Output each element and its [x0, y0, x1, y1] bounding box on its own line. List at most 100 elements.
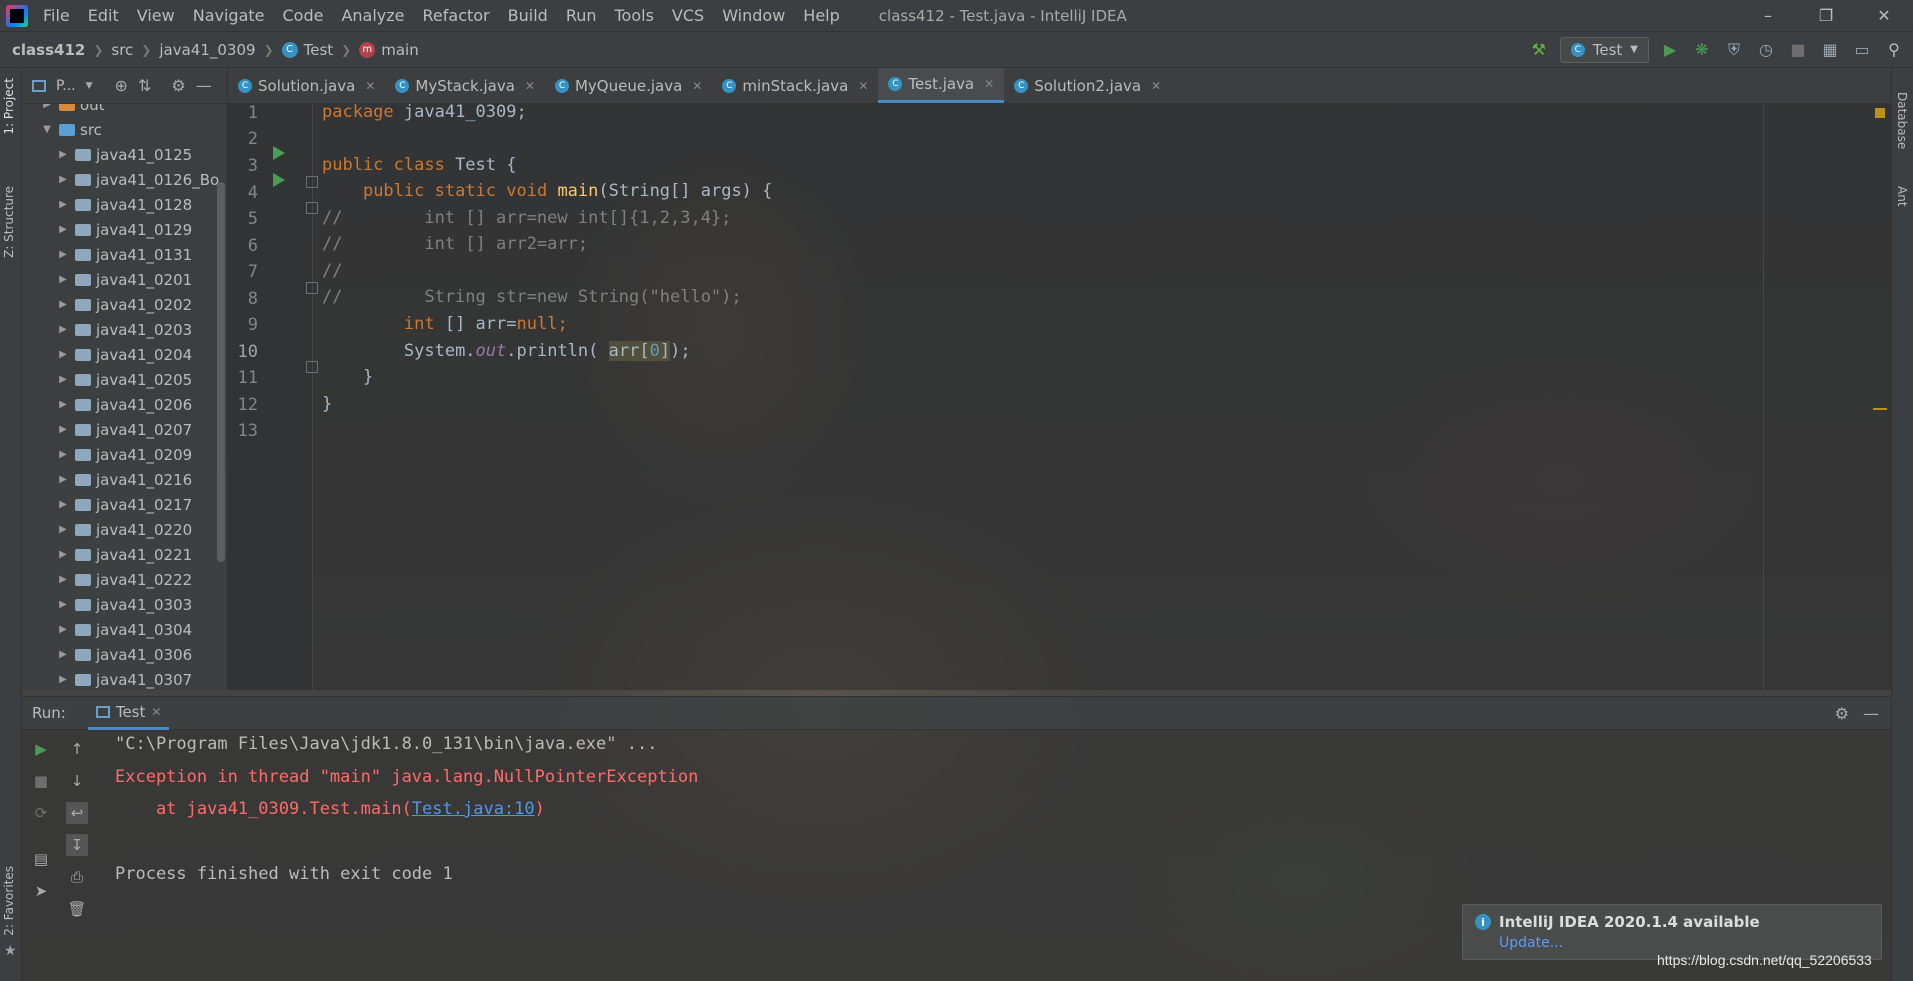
pin-icon[interactable]: ➤: [30, 880, 52, 902]
menu-window[interactable]: Window: [713, 0, 794, 32]
stop-icon[interactable]: ■: [30, 770, 52, 792]
chevron-right-icon[interactable]: ▶: [56, 524, 70, 535]
tree-item-package[interactable]: ▶ java41_0203: [22, 317, 227, 342]
fold-icon[interactable]: [306, 202, 318, 214]
close-tab-icon[interactable]: ✕: [984, 77, 994, 91]
inspection-status-icon[interactable]: [1875, 108, 1885, 118]
chevron-right-icon[interactable]: ▶: [56, 424, 70, 435]
chevron-right-icon[interactable]: ▶: [56, 449, 70, 460]
trash-icon[interactable]: 🗑: [66, 898, 88, 920]
profile-icon[interactable]: ◷: [1755, 39, 1777, 61]
breadcrumb-method[interactable]: m main: [359, 41, 419, 59]
chevron-right-icon[interactable]: ▶: [56, 324, 70, 335]
search-icon[interactable]: ⚲: [1883, 39, 1905, 61]
code-editor[interactable]: 1 2 3 4 5 6 7 8 9 10 11 12 13 package ja…: [228, 102, 1891, 690]
build-hammer-icon[interactable]: ⚒: [1528, 39, 1550, 61]
chevron-right-icon[interactable]: ▶: [56, 299, 70, 310]
menu-help[interactable]: Help: [794, 0, 848, 32]
menu-tools[interactable]: Tools: [606, 0, 663, 32]
menu-build[interactable]: Build: [499, 0, 557, 32]
tab-test-java[interactable]: C Test.java ✕: [878, 68, 1005, 103]
tab-myqueue-java[interactable]: C MyQueue.java ✕: [545, 68, 712, 103]
chevron-right-icon[interactable]: ▶: [56, 674, 70, 685]
layout-icon[interactable]: ▤: [30, 848, 52, 870]
breadcrumb-src[interactable]: src: [111, 41, 133, 59]
tree-item-package[interactable]: ▶ java41_0207: [22, 417, 227, 442]
restore-icon[interactable]: ❐: [1797, 0, 1855, 32]
run-config-select[interactable]: C Test ▼: [1559, 36, 1649, 63]
close-icon[interactable]: ✕: [1855, 0, 1913, 32]
tab-structure[interactable]: Z: Structure: [2, 186, 16, 258]
chevron-right-icon[interactable]: ▶: [56, 249, 70, 260]
run-tab-test[interactable]: Test ✕: [87, 696, 170, 730]
tree-item-package[interactable]: ▶ java41_0222: [22, 567, 227, 592]
tree-item-package[interactable]: ▶ java41_0128: [22, 192, 227, 217]
close-tab-icon[interactable]: ✕: [525, 79, 535, 93]
menu-analyze[interactable]: Analyze: [332, 0, 413, 32]
settings-gear-icon[interactable]: ⚙: [1835, 704, 1849, 723]
run-icon[interactable]: ▶: [1659, 39, 1681, 61]
tree-scrollbar[interactable]: [217, 182, 225, 562]
run-gutter-icon[interactable]: [273, 146, 285, 160]
scroll-to-end-icon[interactable]: ↧: [66, 834, 88, 856]
menu-code[interactable]: Code: [274, 0, 333, 32]
menu-view[interactable]: View: [128, 0, 184, 32]
close-tab-icon[interactable]: ✕: [151, 705, 161, 719]
chevron-right-icon[interactable]: ▶: [56, 474, 70, 485]
tree-item-package[interactable]: ▶ java41_0202: [22, 292, 227, 317]
breadcrumb-class[interactable]: C Test: [281, 41, 333, 59]
menu-vcs[interactable]: VCS: [663, 0, 713, 32]
chevron-down-icon[interactable]: ▼: [40, 124, 54, 135]
tab-solution2-java[interactable]: C Solution2.java ✕: [1004, 68, 1171, 103]
tree-item-package[interactable]: ▶ java41_0205: [22, 367, 227, 392]
fold-icon[interactable]: [306, 361, 318, 373]
close-tab-icon[interactable]: ✕: [858, 79, 868, 93]
tab-solution-java[interactable]: C Solution.java ✕: [228, 68, 385, 103]
chevron-right-icon[interactable]: ▶: [56, 174, 70, 185]
terminal-icon[interactable]: ▭: [1851, 39, 1873, 61]
tree-item-package[interactable]: ▶ java41_0303: [22, 592, 227, 617]
breadcrumb-package[interactable]: java41_0309: [159, 41, 255, 59]
locate-target-icon[interactable]: ⊕: [115, 76, 128, 95]
tree-item-package[interactable]: ▶ java41_0217: [22, 492, 227, 517]
debug-bug-icon[interactable]: ❋: [1691, 39, 1713, 61]
chevron-right-icon[interactable]: ▶: [56, 399, 70, 410]
tree-item-package[interactable]: ▶ java41_0221: [22, 542, 227, 567]
chevron-right-icon[interactable]: ▶: [56, 349, 70, 360]
error-stripe-marker[interactable]: [1873, 408, 1887, 410]
chevron-down-icon[interactable]: ▼: [86, 81, 93, 91]
tab-minstack-java[interactable]: CminStack.java ✕: [712, 68, 878, 103]
tree-item-package[interactable]: ▶ java41_0131: [22, 242, 227, 267]
chevron-right-icon[interactable]: ▶: [56, 224, 70, 235]
chevron-right-icon[interactable]: ▶: [56, 574, 70, 585]
tree-item-package[interactable]: ▶ java41_0125: [22, 142, 227, 167]
tree-item-package[interactable]: ▶ java41_0306: [22, 642, 227, 667]
chevron-right-icon[interactable]: ▶: [56, 624, 70, 635]
chevron-right-icon[interactable]: ▶: [56, 549, 70, 560]
menu-run[interactable]: Run: [557, 0, 606, 32]
chevron-right-icon[interactable]: ▶: [56, 599, 70, 610]
run-gutter-icon[interactable]: [273, 173, 285, 187]
scroll-down-icon[interactable]: ↓: [66, 770, 88, 792]
tree-item-package[interactable]: ▶ java41_0216: [22, 467, 227, 492]
project-view-select[interactable]: P...: [56, 78, 76, 94]
chevron-right-icon[interactable]: ▶: [56, 374, 70, 385]
collapse-all-icon[interactable]: ⇅: [138, 76, 151, 95]
tab-mystack-java[interactable]: C MyStack.java ✕: [385, 68, 545, 103]
debug-restart-icon[interactable]: ⟳: [30, 802, 52, 824]
menu-navigate[interactable]: Navigate: [184, 0, 274, 32]
minimize-icon[interactable]: –: [1739, 0, 1797, 32]
chevron-right-icon[interactable]: ▶: [56, 274, 70, 285]
tree-item-package[interactable]: ▶ java41_0206: [22, 392, 227, 417]
hide-panel-icon[interactable]: —: [1863, 704, 1879, 723]
menu-edit[interactable]: Edit: [79, 0, 128, 32]
hide-panel-icon[interactable]: —: [196, 76, 212, 95]
tree-item-package[interactable]: ▶ java41_0126_Bo: [22, 167, 227, 192]
tab-ant[interactable]: Ant: [1895, 186, 1909, 207]
chevron-right-icon[interactable]: ▶: [56, 499, 70, 510]
tree-item-out[interactable]: ▶ out: [22, 104, 227, 117]
rerun-icon[interactable]: ▶: [30, 738, 52, 760]
tab-database[interactable]: Database: [1895, 92, 1909, 149]
tree-item-package[interactable]: ▶ java41_0307: [22, 667, 227, 690]
tree-item-package[interactable]: ▶ java41_0304: [22, 617, 227, 642]
